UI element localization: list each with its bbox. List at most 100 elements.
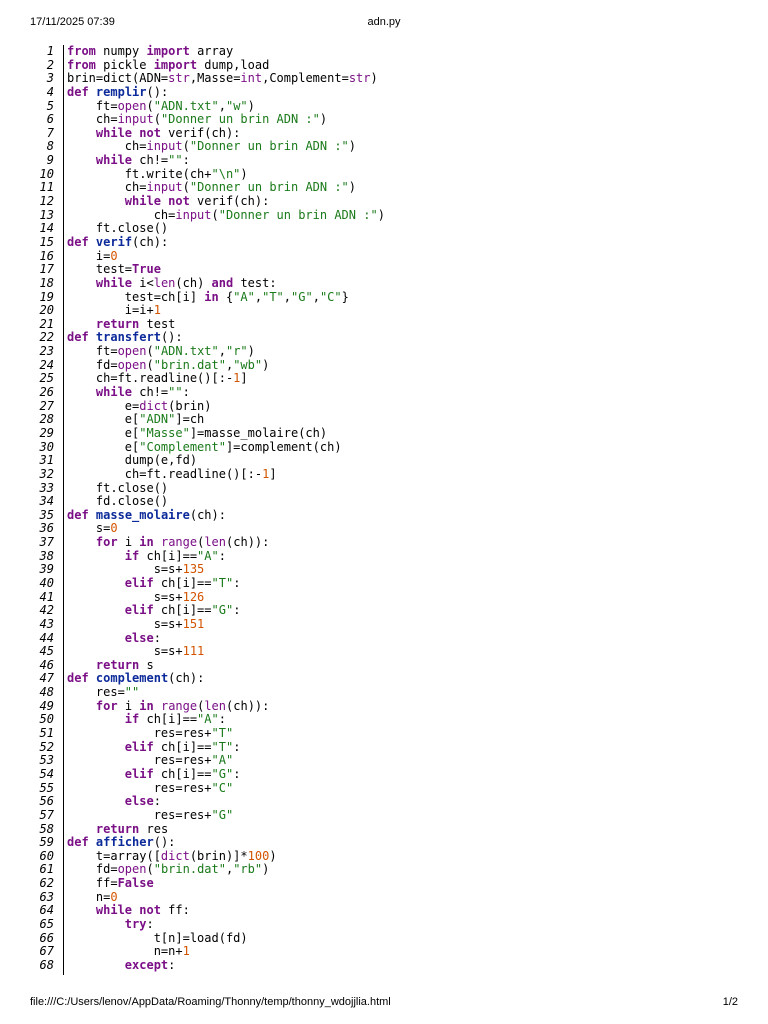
line-source: fd=open("brin.dat","wb") <box>59 357 269 373</box>
line-number: 2 <box>46 57 54 72</box>
line-source: ch=ft.readline()[:-1] <box>59 467 277 482</box>
line-source: s=0 <box>59 522 118 536</box>
code-token: else <box>124 794 154 809</box>
code-token: in <box>204 289 219 304</box>
line-source: e=dict(brin) <box>59 398 212 414</box>
code-line: 44 else: <box>30 631 740 646</box>
code-token: (ch): <box>189 507 226 522</box>
code-line: 1 from numpy import array <box>30 44 740 59</box>
code-token: : <box>182 385 190 400</box>
line-number: 41 <box>39 589 54 604</box>
code-token: "r" <box>225 344 248 359</box>
line-source: e["Complement"]=complement(ch) <box>59 440 342 455</box>
code-token: i <box>117 698 140 713</box>
line-source: return res <box>59 822 168 837</box>
code-line: 33 ft.close() <box>30 480 740 496</box>
code-token: ) <box>370 71 378 86</box>
line-source: ft.write(ch+"\n") <box>59 167 248 182</box>
line-number: 47 <box>39 671 54 686</box>
line-source: test=True <box>59 262 161 277</box>
code-token: open <box>117 98 147 113</box>
code-line: 29 e["Masse"]=masse_molaire(ch) <box>30 425 740 441</box>
code-token: "rb" <box>233 862 263 877</box>
code-token: ch= <box>67 180 147 195</box>
code-token: import <box>146 44 190 58</box>
code-token: dump(e,fd) <box>67 453 198 468</box>
line-source: test=ch[i] in {"A","T","G","C"} <box>59 289 349 305</box>
code-token: ]=ch <box>175 412 205 427</box>
code-line: 4 def remplir(): <box>30 85 740 100</box>
line-source: t=array([dict(brin)]*100) <box>59 848 277 864</box>
code-token: elif <box>124 739 154 754</box>
code-token: ) <box>269 848 277 863</box>
code-line: 56 else: <box>30 794 740 809</box>
line-source: s=s+111 <box>59 644 205 659</box>
code-token: ( <box>153 112 161 127</box>
code-line: 61 fd=open("brin.dat","rb") <box>30 863 740 877</box>
code-token: e[ <box>67 425 140 440</box>
code-token: "wb" <box>233 357 263 372</box>
code-token: i< <box>132 275 154 290</box>
line-number: 43 <box>39 616 54 631</box>
code-line: 24 fd=open("brin.dat","wb") <box>30 357 740 373</box>
code-line: 64 while not ff: <box>30 904 740 918</box>
line-number: 29 <box>39 425 54 440</box>
line-number: 1 <box>46 44 54 58</box>
line-source: def masse_molaire(ch): <box>59 507 226 523</box>
code-token: afficher <box>95 835 154 850</box>
code-token: "Donner un brin ADN :" <box>160 112 320 127</box>
code-token: 1 <box>153 303 161 318</box>
line-source: ch=input("Donner un brin ADN :") <box>59 140 356 154</box>
line-number: 33 <box>39 480 54 495</box>
file-path: file:///C:/Users/lenov/AppData/Roaming/T… <box>30 996 391 1008</box>
code-token: brin=dict(ADN= <box>67 71 169 86</box>
code-token: "T" <box>211 575 234 590</box>
line-number: 58 <box>39 821 54 836</box>
code-token: : <box>233 575 241 590</box>
code-token: while <box>95 275 133 290</box>
code-line: 13 ch=input("Donner un brin ADN :") <box>30 208 740 223</box>
code-token: ) <box>348 139 357 154</box>
code-token: def <box>67 330 89 345</box>
code-token: elif <box>124 575 154 590</box>
code-line: 18 while i<len(ch) and test: <box>30 275 740 291</box>
code-token: def <box>67 507 89 522</box>
code-line: 45 s=s+111 <box>30 644 740 659</box>
code-token: (ch) <box>175 275 212 290</box>
code-token: try <box>124 917 147 931</box>
code-token: verif <box>95 234 133 249</box>
code-token: if <box>124 712 140 727</box>
code-token: "" <box>168 153 183 168</box>
code-token: dump,load <box>197 57 270 72</box>
code-line: 30 e["Complement"]=complement(ch) <box>30 440 740 455</box>
code-token: ) <box>348 180 357 195</box>
code-line: 8 ch=input("Donner un brin ADN :") <box>30 140 740 154</box>
code-token: ) <box>247 98 255 113</box>
line-number: 54 <box>39 766 54 781</box>
line-source: ft.close() <box>59 222 168 236</box>
code-token: ch!= <box>132 153 169 168</box>
line-source: def afficher(): <box>59 835 175 850</box>
line-number: 67 <box>39 944 54 959</box>
line-number: 27 <box>39 398 54 413</box>
code-token: "Donner un brin ADN :" <box>189 180 349 195</box>
code-token: ch!= <box>132 385 169 400</box>
code-token: "ADN.txt" <box>153 344 219 359</box>
code-token: ch[i]== <box>139 548 198 563</box>
line-number: 21 <box>39 316 54 331</box>
line-number: 39 <box>39 562 54 577</box>
code-token: , <box>283 289 292 304</box>
code-token: "" <box>168 385 183 400</box>
code-line: 54 elif ch[i]=="G": <box>30 766 740 782</box>
code-token: 135 <box>182 562 205 577</box>
code-token: (brin) <box>168 398 212 413</box>
line-source: elif ch[i]=="T": <box>59 739 241 755</box>
code-token: e[ <box>67 412 140 427</box>
line-number: 15 <box>39 234 54 249</box>
line-source: ft=open("ADN.txt","r") <box>59 344 255 359</box>
code-token: import <box>153 57 198 72</box>
